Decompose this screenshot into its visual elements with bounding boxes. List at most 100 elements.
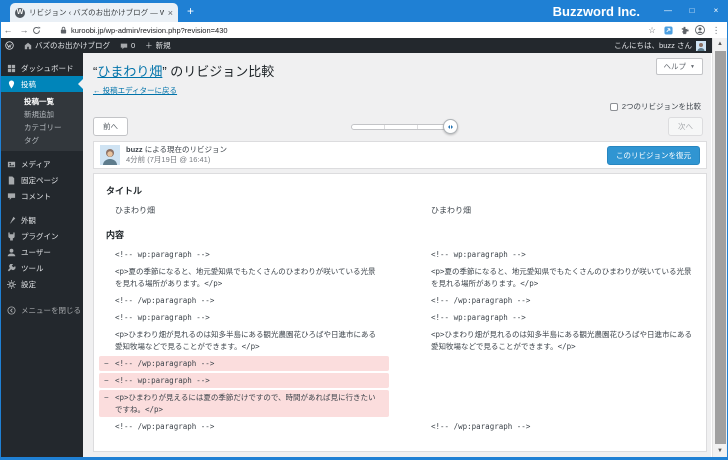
plugins-icon bbox=[7, 232, 16, 241]
deleted-marker: − bbox=[104, 392, 109, 403]
sidebar-item-users[interactable]: ユーザー bbox=[0, 244, 83, 260]
sidebar-item-tools[interactable]: ツール bbox=[0, 260, 83, 276]
submenu-item-tags[interactable]: タグ bbox=[0, 134, 83, 147]
slider-handle[interactable] bbox=[443, 119, 458, 134]
revision-diff-card: タイトル ひまわり畑 ひまわり畑 内容 <!-- wp:paragraph --… bbox=[93, 173, 707, 452]
table-row: <!-- /wp:paragraph --> <!-- /wp:paragrap… bbox=[99, 418, 703, 435]
bookmark-star-icon[interactable]: ☆ bbox=[644, 25, 660, 36]
wordpress-favicon-icon: W bbox=[15, 8, 25, 18]
tab-close-icon[interactable]: × bbox=[168, 8, 173, 18]
browser-menu-icon[interactable]: ⋮ bbox=[708, 25, 724, 36]
lock-icon bbox=[60, 26, 67, 34]
revision-time: 4分前 (7月19日 @ 16:41) bbox=[126, 155, 227, 166]
browser-titlebar: W リビジョン ‹ バズのお出かけブログ — W × + Buzzword In… bbox=[0, 0, 728, 22]
page-title: “ひまわり畑” のリビジョン比較 bbox=[93, 61, 274, 80]
content-diff-table: <!-- wp:paragraph --> <!-- wp:paragraph … bbox=[99, 246, 703, 435]
admin-sidebar: ダッシュボード 投稿 投稿一覧 新規追加 カテゴリー タグ メディア 固定ページ… bbox=[0, 53, 83, 457]
sidebar-item-media[interactable]: メディア bbox=[0, 156, 83, 172]
sidebar-item-comments[interactable]: コメント bbox=[0, 188, 83, 204]
admin-bar-new-post[interactable]: ＋ 新規 bbox=[140, 38, 176, 53]
sidebar-item-plugins[interactable]: プラグイン bbox=[0, 228, 83, 244]
profile-icon[interactable] bbox=[692, 25, 708, 35]
new-tab-button[interactable]: + bbox=[187, 0, 194, 22]
user-avatar bbox=[100, 145, 120, 165]
next-revision-button[interactable]: 次へ bbox=[668, 117, 703, 136]
revision-slider[interactable] bbox=[351, 124, 451, 130]
section-content-heading: 内容 bbox=[106, 228, 706, 241]
restore-revision-button[interactable]: このリビジョンを復元 bbox=[607, 146, 700, 165]
submenu-item-all-posts[interactable]: 投稿一覧 bbox=[0, 95, 83, 108]
window-title: Buzzword Inc. bbox=[553, 4, 640, 19]
main-content: “ひまわり畑” のリビジョン比較 ヘルプ ▼ ← 投稿エディターに戻る 2つのリ… bbox=[83, 53, 711, 457]
pages-icon bbox=[7, 176, 16, 185]
revision-meta-text: buzz による現在のリビジョン 4分前 (7月19日 @ 16:41) bbox=[126, 145, 227, 166]
table-row: <!-- wp:paragraph --> <!-- wp:paragraph … bbox=[99, 246, 703, 263]
submenu-item-add-new[interactable]: 新規追加 bbox=[0, 108, 83, 121]
back-icon[interactable]: ← bbox=[0, 25, 16, 35]
minimize-button[interactable]: — bbox=[656, 1, 680, 21]
admin-bar-site-link[interactable]: バズのお出かけブログ bbox=[19, 38, 115, 53]
compare-two-revisions-label: 2つのリビジョンを比較 bbox=[622, 101, 701, 112]
blue-extension-icon[interactable] bbox=[660, 26, 676, 35]
page-scrollbar[interactable]: ▲ ▼ bbox=[712, 38, 727, 457]
scrollbar-down-icon[interactable]: ▼ bbox=[717, 445, 723, 457]
slider-tick bbox=[417, 125, 418, 129]
sidebar-item-posts[interactable]: 投稿 bbox=[0, 76, 83, 92]
submenu-item-categories[interactable]: カテゴリー bbox=[0, 121, 83, 134]
maximize-button[interactable]: □ bbox=[680, 1, 704, 21]
compare-two-revisions-checkbox[interactable] bbox=[610, 103, 618, 111]
table-row: ひまわり畑 ひまわり畑 bbox=[99, 202, 703, 220]
deleted-marker: − bbox=[104, 375, 109, 386]
new-post-label: 新規 bbox=[156, 40, 171, 51]
admin-bar-comments[interactable]: 0 bbox=[115, 38, 140, 53]
greeting-text[interactable]: こんにちは、buzz さん bbox=[614, 40, 692, 51]
comments-icon bbox=[7, 192, 16, 201]
table-row: <p>夏の季節になると、地元愛知県でもたくさんのひまわりが咲いている光景を見れる… bbox=[99, 263, 703, 292]
title-new: ひまわり畑 bbox=[415, 203, 703, 219]
deleted-marker: − bbox=[104, 358, 109, 369]
collapse-menu-button[interactable]: メニューを閉じる bbox=[0, 302, 83, 318]
extensions-puzzle-icon[interactable] bbox=[676, 26, 692, 35]
refresh-icon[interactable] bbox=[32, 26, 48, 35]
url-text: kuroobi.jp/wp-admin/revision.php?revisio… bbox=[71, 26, 228, 35]
slider-tick bbox=[384, 125, 385, 129]
wp-admin-bar: バズのお出かけブログ 0 ＋ 新規 こんにちは、buzz さん bbox=[0, 38, 728, 53]
forward-icon[interactable]: → bbox=[16, 25, 32, 35]
title-old: ひまわり畑 bbox=[99, 203, 389, 219]
browser-tab[interactable]: W リビジョン ‹ バズのお出かけブログ — W × bbox=[10, 3, 178, 22]
tab-title: リビジョン ‹ バズのお出かけブログ — W bbox=[29, 7, 164, 18]
table-row: <!-- wp:paragraph --> <!-- wp:paragraph … bbox=[99, 309, 703, 326]
dashboard-icon bbox=[7, 64, 16, 73]
revision-meta-card: buzz による現在のリビジョン 4分前 (7月19日 @ 16:41) このリ… bbox=[93, 141, 707, 169]
site-name: バズのお出かけブログ bbox=[35, 40, 110, 51]
comment-count: 0 bbox=[131, 41, 135, 50]
sidebar-item-dashboard[interactable]: ダッシュボード bbox=[0, 60, 83, 76]
post-title-link[interactable]: ひまわり畑 bbox=[97, 64, 162, 79]
wp-logo-icon[interactable] bbox=[0, 38, 19, 53]
user-avatar-small[interactable] bbox=[696, 41, 706, 51]
media-icon bbox=[7, 160, 16, 169]
sidebar-item-settings[interactable]: 設定 bbox=[0, 276, 83, 292]
plus-icon: ＋ bbox=[145, 40, 153, 51]
back-to-editor-link[interactable]: ← 投稿エディターに戻る bbox=[93, 85, 177, 96]
sidebar-item-pages[interactable]: 固定ページ bbox=[0, 172, 83, 188]
table-row-deleted: −<p>ひまわりが見えるには夏の季節だけですので、時間があれば見に行きたいですね… bbox=[99, 389, 703, 418]
table-row: <!-- /wp:paragraph --> <!-- /wp:paragrap… bbox=[99, 292, 703, 309]
scrollbar-thumb[interactable] bbox=[715, 51, 726, 444]
help-button[interactable]: ヘルプ ▼ bbox=[656, 58, 703, 75]
caret-down-icon: ▼ bbox=[690, 64, 695, 70]
settings-gear-icon bbox=[7, 280, 16, 289]
title-diff-table: ひまわり畑 ひまわり畑 bbox=[99, 202, 703, 220]
scrollbar-up-icon[interactable]: ▲ bbox=[717, 38, 723, 50]
close-button[interactable]: × bbox=[704, 1, 728, 21]
address-bar[interactable]: kuroobi.jp/wp-admin/revision.php?revisio… bbox=[54, 24, 644, 36]
pushpin-icon bbox=[7, 80, 16, 89]
tools-wrench-icon bbox=[7, 264, 16, 273]
browser-toolbar: ← → kuroobi.jp/wp-admin/revision.php?rev… bbox=[0, 22, 728, 38]
table-row-deleted: −<!-- /wp:paragraph --> bbox=[99, 355, 703, 372]
appearance-brush-icon bbox=[7, 216, 16, 225]
previous-revision-button[interactable]: 前へ bbox=[93, 117, 128, 136]
table-row: <p>ひまわり畑が見れるのは知多半島にある観光農園花ひろばや日進市にある愛知牧場… bbox=[99, 326, 703, 355]
table-row-deleted: −<!-- wp:paragraph --> bbox=[99, 372, 703, 389]
sidebar-item-appearance[interactable]: 外観 bbox=[0, 212, 83, 228]
